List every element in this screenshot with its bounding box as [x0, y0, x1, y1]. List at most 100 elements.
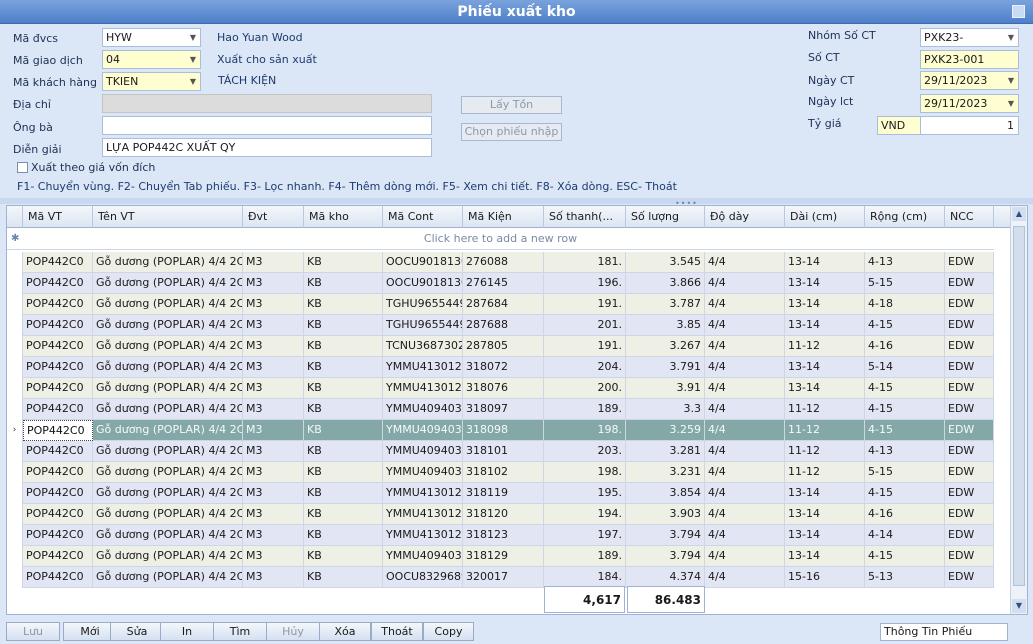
table-row[interactable]: POP442C0 Gỗ dương (POPLAR) 4/4 2C M3 KB TGHU… — [7, 315, 994, 336]
table-cell[interactable]: POP442C0 — [23, 567, 93, 588]
tim-button[interactable]: Tìm — [213, 622, 267, 641]
table-cell[interactable]: EDW — [945, 546, 994, 567]
table-cell[interactable]: 318123 — [463, 525, 544, 546]
table-cell[interactable]: 4-15 — [865, 483, 945, 504]
table-cell[interactable]: M3 — [243, 420, 304, 441]
table-cell[interactable]: 203. — [544, 441, 626, 462]
table-row[interactable]: POP442C0 Gỗ dương (POPLAR) 4/4 2C M3 KB OOCU… — [7, 273, 994, 294]
chevron-down-icon[interactable]: ▼ — [186, 51, 200, 68]
table-cell[interactable]: 4/4 — [705, 357, 785, 378]
table-cell[interactable]: KB — [304, 504, 383, 525]
table-cell[interactable]: 13-14 — [785, 357, 865, 378]
table-cell[interactable]: Gỗ dương (POPLAR) 4/4 2C — [93, 420, 243, 441]
table-cell[interactable]: YMMU4130123 — [383, 483, 463, 504]
table-cell[interactable]: 287684 — [463, 294, 544, 315]
table-cell[interactable]: 13-14 — [785, 273, 865, 294]
row-indicator[interactable] — [7, 315, 23, 336]
column-header[interactable]: Độ dày — [705, 206, 785, 228]
chevron-down-icon[interactable]: ▼ — [1004, 72, 1018, 89]
row-indicator[interactable] — [7, 273, 23, 294]
table-cell[interactable]: 318076 — [463, 378, 544, 399]
scroll-down-icon[interactable]: ▼ — [1012, 599, 1026, 613]
table-cell[interactable]: 3.267 — [626, 336, 705, 357]
table-cell[interactable]: M3 — [243, 399, 304, 420]
table-cell[interactable]: 4/4 — [705, 294, 785, 315]
table-cell[interactable]: 184. — [544, 567, 626, 588]
table-cell[interactable]: 194. — [544, 504, 626, 525]
table-cell[interactable]: 13-14 — [785, 504, 865, 525]
chevron-down-icon[interactable]: ▼ — [186, 73, 200, 90]
table-cell[interactable]: 204. — [544, 357, 626, 378]
table-cell[interactable]: 4-13 — [865, 252, 945, 273]
table-cell[interactable]: KB — [304, 567, 383, 588]
ngay-ct-picker[interactable]: 29/11/2023 ▼ — [920, 71, 1019, 90]
table-cell[interactable]: 318102 — [463, 462, 544, 483]
table-cell[interactable]: EDW — [945, 294, 994, 315]
table-cell[interactable]: KB — [304, 378, 383, 399]
table-row[interactable]: POP442C0 Gỗ dương (POPLAR) 4/4 2C M3 KB OOCU… — [7, 567, 994, 588]
table-cell[interactable]: TGHU9655449 — [383, 315, 463, 336]
table-cell[interactable]: POP442C0 — [23, 504, 93, 525]
table-cell[interactable]: Gỗ dương (POPLAR) 4/4 2C — [93, 252, 243, 273]
table-cell[interactable]: 197. — [544, 525, 626, 546]
grid-vscrollbar[interactable]: ▲ ▼ — [1010, 206, 1027, 614]
row-pointer-icon[interactable]: › — [7, 420, 23, 441]
table-cell[interactable]: 3.91 — [626, 378, 705, 399]
table-cell[interactable]: KB — [304, 546, 383, 567]
table-cell[interactable]: 4/4 — [705, 567, 785, 588]
table-cell[interactable]: Gỗ dương (POPLAR) 4/4 2C — [93, 483, 243, 504]
row-indicator[interactable] — [7, 504, 23, 525]
table-cell[interactable]: 13-14 — [785, 378, 865, 399]
table-cell[interactable]: 201. — [544, 315, 626, 336]
row-indicator[interactable] — [7, 399, 23, 420]
table-row[interactable]: POP442C0 Gỗ dương (POPLAR) 4/4 2C M3 KB YMMU… — [7, 378, 994, 399]
ty-gia-input[interactable]: 1 — [920, 116, 1019, 135]
table-cell[interactable]: 3.903 — [626, 504, 705, 525]
row-indicator[interactable] — [7, 546, 23, 567]
xuat-theo-gia-checkbox[interactable] — [17, 162, 28, 173]
table-cell[interactable]: M3 — [243, 357, 304, 378]
table-cell[interactable]: EDW — [945, 399, 994, 420]
table-cell[interactable]: 5-15 — [865, 273, 945, 294]
window-menu-icon[interactable] — [1012, 5, 1025, 18]
table-cell[interactable]: 11-12 — [785, 399, 865, 420]
table-cell[interactable]: POP442C0 — [23, 357, 93, 378]
row-indicator[interactable] — [7, 294, 23, 315]
table-cell[interactable]: 4/4 — [705, 273, 785, 294]
table-cell[interactable]: KB — [304, 420, 383, 441]
table-cell[interactable]: 11-12 — [785, 462, 865, 483]
table-row[interactable]: POP442C0 Gỗ dương (POPLAR) 4/4 2C M3 KB YMMU… — [7, 504, 994, 525]
table-cell[interactable]: 276088 — [463, 252, 544, 273]
splitter[interactable]: •••• — [0, 198, 1033, 208]
column-header[interactable]: Mã kho — [304, 206, 383, 228]
chevron-down-icon[interactable]: ▼ — [1004, 95, 1018, 112]
table-row[interactable]: › POP442C0 Gỗ dương (POPLAR) 4/4 2C M3 KB YMM… — [7, 420, 994, 441]
table-cell[interactable]: M3 — [243, 567, 304, 588]
table-row[interactable]: POP442C0 Gỗ dương (POPLAR) 4/4 2C M3 KB OOCU… — [7, 252, 994, 273]
table-cell[interactable]: 3.281 — [626, 441, 705, 462]
moi-button[interactable]: Mới — [63, 622, 117, 641]
table-cell[interactable]: 4-15 — [865, 420, 945, 441]
column-header[interactable]: Tên VT — [93, 206, 243, 228]
table-cell[interactable]: M3 — [243, 294, 304, 315]
column-header[interactable]: Rộng (cm) — [865, 206, 945, 228]
table-cell[interactable]: YMMU4130123 — [383, 525, 463, 546]
table-cell[interactable]: Gỗ dương (POPLAR) 4/4 2C — [93, 504, 243, 525]
new-row[interactable]: ✱ Click here to add a new row — [7, 228, 994, 250]
column-header[interactable]: Dài (cm) — [785, 206, 865, 228]
table-cell[interactable]: 4-15 — [865, 315, 945, 336]
table-cell[interactable]: 4/4 — [705, 378, 785, 399]
xoa-button[interactable]: Xóa — [319, 622, 371, 641]
table-cell[interactable]: POP442C0 — [23, 525, 93, 546]
table-cell[interactable]: 4-18 — [865, 294, 945, 315]
table-cell[interactable]: 4-15 — [865, 546, 945, 567]
table-cell[interactable]: 13-14 — [785, 315, 865, 336]
table-row[interactable]: POP442C0 Gỗ dương (POPLAR) 4/4 2C M3 KB TCNU… — [7, 336, 994, 357]
scroll-up-icon[interactable]: ▲ — [1012, 207, 1026, 221]
ma-khach-hang-combo[interactable]: TKIEN ▼ — [102, 72, 201, 91]
table-cell[interactable]: 4/4 — [705, 504, 785, 525]
table-cell[interactable]: 198. — [544, 462, 626, 483]
table-cell[interactable]: 318119 — [463, 483, 544, 504]
table-cell[interactable]: M3 — [243, 483, 304, 504]
table-cell[interactable]: 3.259 — [626, 420, 705, 441]
